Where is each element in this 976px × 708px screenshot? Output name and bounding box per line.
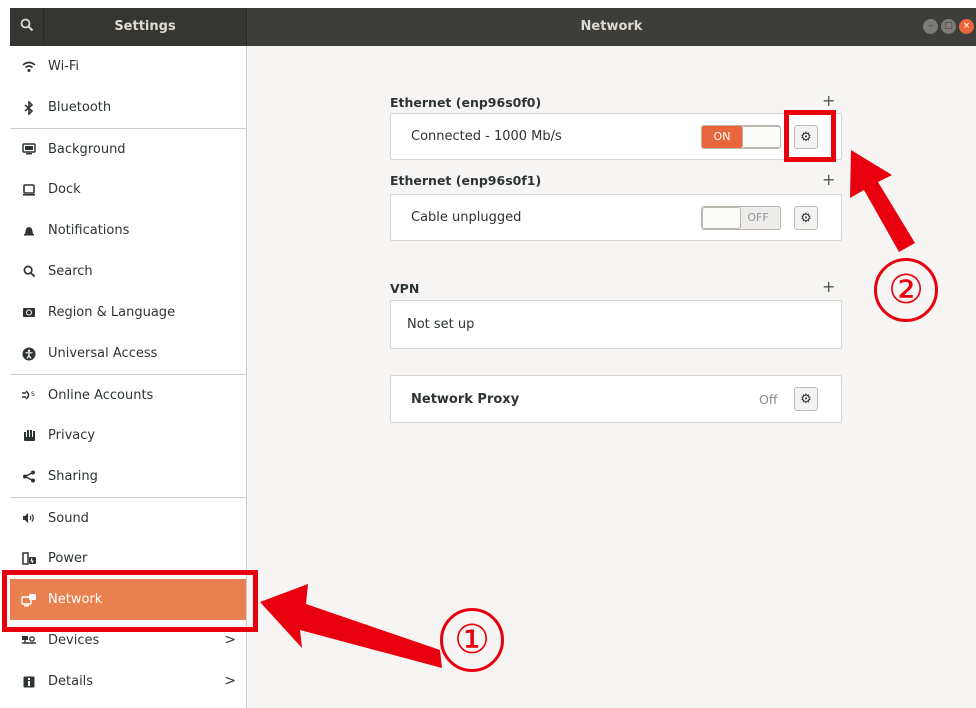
switch-off-label: OFF [747, 211, 769, 224]
sidebar-item-sharing[interactable]: Sharing [10, 456, 246, 497]
sidebar-item-label: Power [48, 551, 88, 566]
vpn-status: Not set up [407, 317, 475, 332]
sidebar-item-label: Search [48, 264, 93, 279]
network-proxy-row[interactable]: Network Proxy Off ⚙ [390, 375, 842, 423]
bell-icon [18, 223, 40, 239]
sidebar-item-wifi[interactable]: Wi-Fi [10, 46, 246, 87]
window-controls: – □ × [923, 19, 974, 34]
bluetooth-icon [18, 100, 40, 116]
sidebar-item-label: Dock [48, 182, 81, 197]
page-title: Network [580, 19, 643, 34]
sidebar-item-universal-access[interactable]: Universal Access [10, 333, 246, 374]
ethernet2-settings-button[interactable]: ⚙ [794, 206, 818, 230]
ethernet1-row: Connected - 1000 Mb/s ON ⚙ [390, 113, 842, 160]
switch-knob [742, 126, 780, 148]
background-icon [18, 141, 40, 157]
sidebar-item-region-language[interactable]: Region & Language [10, 292, 246, 333]
search-icon [18, 264, 40, 280]
share-icon [18, 469, 40, 485]
speaker-icon [18, 510, 40, 526]
sidebar-item-privacy[interactable]: Privacy [10, 415, 246, 456]
search-icon [20, 18, 34, 36]
sidebar-item-search[interactable]: Search [10, 251, 246, 292]
close-icon: × [962, 21, 971, 31]
vpn-title: VPN [390, 281, 420, 296]
main-header: Network – □ × [247, 8, 976, 46]
vpn-add-button[interactable]: + [822, 279, 835, 295]
switch-on-label: ON [702, 126, 742, 148]
region-icon [18, 305, 40, 321]
dock-icon [18, 182, 40, 198]
header-bar: Settings Network – □ × [10, 8, 976, 46]
hand-icon [18, 428, 40, 444]
sidebar-item-label: Wi-Fi [48, 59, 80, 74]
minimize-icon: – [928, 21, 933, 31]
sidebar-item-label: Details [48, 674, 94, 689]
wifi-icon [18, 59, 40, 75]
network-panel: Ethernet (enp96s0f0) + Connected - 1000 … [248, 46, 976, 708]
annotation-box-network [2, 570, 258, 632]
sidebar-item-label: Sound [48, 510, 89, 526]
minimize-button[interactable]: – [923, 19, 938, 34]
sidebar-item-label: Privacy [48, 428, 96, 443]
online-accounts-icon: S [18, 387, 40, 403]
power-icon [18, 551, 40, 567]
sidebar-item-dock[interactable]: Dock [10, 169, 246, 210]
ethernet2-toggle[interactable]: OFF [701, 206, 781, 230]
network-proxy-settings-button[interactable]: ⚙ [794, 387, 818, 411]
network-proxy-title: Network Proxy [411, 391, 520, 407]
sidebar-item-label: Devices [48, 633, 100, 648]
ethernet1-status: Connected - 1000 Mb/s [411, 129, 562, 144]
sidebar-item-background[interactable]: Background [10, 128, 246, 169]
network-proxy-status: Off [759, 391, 778, 407]
sidebar-item-label: Universal Access [48, 346, 158, 361]
ethernet2-title: Ethernet (enp96s0f1) [390, 173, 542, 188]
sidebar-item-label: Region & Language [48, 305, 176, 320]
annotation-box-gear [784, 110, 836, 162]
ethernet1-add-button[interactable]: + [822, 93, 835, 109]
sidebar-item-label: Bluetooth [48, 100, 112, 115]
sidebar-item-sound[interactable]: Sound [10, 497, 246, 538]
app-title: Settings [114, 19, 176, 34]
sidebar-item-notifications[interactable]: Notifications [10, 210, 246, 251]
vpn-row: Not set up [390, 300, 842, 349]
sidebar-item-label: Sharing [48, 469, 98, 484]
annotation-marker-1: ① [440, 608, 504, 672]
gear-icon: ⚙ [800, 210, 812, 226]
ethernet1-title: Ethernet (enp96s0f0) [390, 95, 542, 110]
sidebar-item-bluetooth[interactable]: Bluetooth [10, 87, 246, 128]
sidebar-item-label: Background [48, 141, 126, 157]
close-button[interactable]: × [959, 19, 974, 34]
switch-knob [702, 207, 741, 229]
ethernet1-toggle[interactable]: ON [701, 125, 781, 149]
gear-icon: ⚙ [800, 391, 812, 407]
ethernet2-row: Cable unplugged OFF ⚙ [390, 194, 842, 241]
accessibility-icon [18, 346, 40, 362]
ethernet2-add-button[interactable]: + [822, 172, 835, 188]
svg-text:S: S [31, 391, 35, 398]
maximize-button[interactable]: □ [941, 19, 956, 34]
sidebar-item-online-accounts[interactable]: S Online Accounts [10, 374, 246, 415]
sidebar-item-label: Online Accounts [48, 387, 154, 403]
sidebar-header: Settings [10, 8, 247, 46]
sidebar-item-details[interactable]: Details > [10, 661, 246, 702]
info-icon [18, 674, 40, 690]
maximize-icon: □ [944, 21, 953, 31]
sidebar-item-label: Notifications [48, 223, 130, 238]
search-button[interactable] [10, 8, 44, 46]
annotation-marker-2: ② [874, 258, 938, 322]
ethernet2-status: Cable unplugged [411, 210, 522, 225]
devices-icon [18, 633, 40, 649]
chevron-right-icon: > [224, 673, 236, 689]
